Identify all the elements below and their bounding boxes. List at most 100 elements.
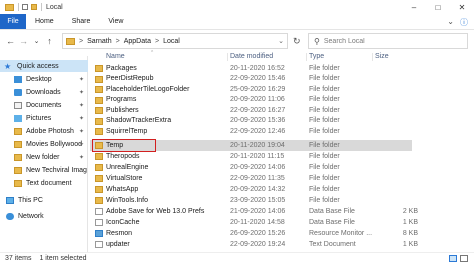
- folder-icon: [95, 107, 103, 114]
- nav-new-folder[interactable]: New folder ✦: [0, 151, 88, 163]
- help-icon[interactable]: ⓘ: [460, 17, 468, 28]
- close-button[interactable]: ✕: [450, 0, 474, 14]
- file-type: File folder: [309, 106, 340, 114]
- list-item[interactable]: PeerDistRepub 22-09-2020 15:46 File fold…: [90, 74, 420, 85]
- list-item[interactable]: PlaceholderTileLogoFolder 25-09-2020 16:…: [90, 84, 420, 95]
- tab-view[interactable]: View: [99, 14, 132, 29]
- column-divider[interactable]: [306, 53, 307, 61]
- file-type: File folder: [309, 163, 340, 171]
- back-button[interactable]: ←: [4, 36, 17, 46]
- column-divider[interactable]: [227, 53, 228, 61]
- file-date: 21-09-2020 14:06: [230, 207, 286, 215]
- file-type: File folder: [309, 64, 340, 72]
- list-item[interactable]: VirtualStore 22-09-2020 11:35 File folde…: [90, 173, 420, 184]
- file-name: WhatsApp: [106, 185, 139, 193]
- nav-this-pc[interactable]: This PC: [0, 194, 88, 206]
- recent-locations-button[interactable]: ⌄: [30, 37, 43, 45]
- address-dropdown-icon[interactable]: ⌄: [278, 37, 284, 45]
- list-item[interactable]: SquirrelTemp 22-09-2020 12:46 File folde…: [90, 126, 420, 137]
- list-item[interactable]: Publishers 22-09-2020 16:27 File folder: [90, 105, 420, 116]
- column-type[interactable]: Type: [309, 53, 324, 60]
- nav-label: Downloads: [26, 88, 61, 96]
- pin-icon[interactable]: ✦: [79, 141, 84, 148]
- list-item[interactable]: IconCache 20-11-2020 14:58 Data Base Fil…: [90, 217, 420, 228]
- list-item[interactable]: Adobe Save for Web 13.0 Prefs 21-09-2020…: [90, 206, 420, 217]
- list-item[interactable]: updater 22-09-2020 19:24 Text Document 1…: [90, 239, 420, 250]
- large-icons-view-icon[interactable]: [460, 255, 468, 262]
- nav-network[interactable]: Network: [0, 210, 88, 222]
- nav-movies-bollywood[interactable]: Movies Bollywood ✦: [0, 138, 88, 150]
- file-date: 20-11-2020 14:58: [230, 218, 285, 226]
- nav-adobe-photosh[interactable]: Adobe Photosh ✦: [0, 125, 88, 137]
- maximize-button[interactable]: □: [426, 0, 450, 14]
- pin-icon[interactable]: ✦: [79, 154, 84, 161]
- nav-downloads[interactable]: Downloads ✦: [0, 86, 88, 98]
- selection-count: 1 item selected: [39, 255, 87, 262]
- nav-documents[interactable]: Documents ✦: [0, 99, 88, 111]
- breadcrumb-sarnath[interactable]: Sarnath: [87, 38, 112, 45]
- column-name[interactable]: Name: [106, 53, 125, 60]
- download-icon: [14, 88, 22, 96]
- new-folder-icon[interactable]: [31, 4, 37, 10]
- list-item[interactable]: WinTools.Info 23-09-2020 15:05 File fold…: [90, 195, 420, 206]
- forward-button[interactable]: →: [17, 36, 30, 46]
- file-name: PlaceholderTileLogoFolder: [106, 85, 190, 93]
- search-input[interactable]: [323, 37, 454, 45]
- pin-icon[interactable]: ✦: [79, 115, 84, 122]
- breadcrumb-local[interactable]: Local: [163, 38, 180, 45]
- expand-ribbon-icon[interactable]: ⌄: [447, 17, 454, 28]
- list-item[interactable]: Programs 20-09-2020 11:06 File folder: [90, 95, 420, 106]
- file-type: Resource Monitor ...: [309, 229, 373, 237]
- nav-pictures[interactable]: Pictures ✦: [0, 112, 88, 124]
- file-name: Packages: [106, 64, 137, 72]
- nav-new-techviral-imag[interactable]: New Techviral Imag: [0, 164, 88, 176]
- minimize-button[interactable]: –: [402, 0, 426, 14]
- nav-label: Movies Bollywood: [26, 140, 83, 148]
- nav-label: Desktop: [26, 75, 52, 83]
- list-item[interactable]: Packages 20-11-2020 16:52 File folder: [90, 63, 420, 74]
- refresh-icon[interactable]: ↻: [293, 36, 301, 47]
- list-item[interactable]: Resmon 26-09-2020 15:26 Resource Monitor…: [90, 228, 420, 239]
- column-date-modified[interactable]: Date modified: [230, 53, 273, 60]
- pin-icon[interactable]: ✦: [79, 128, 84, 135]
- column-divider[interactable]: [372, 53, 373, 61]
- nav-text-document[interactable]: Text document: [0, 177, 88, 189]
- file-type: File folder: [309, 141, 340, 149]
- status-bar: 37 items 1 item selected: [0, 252, 474, 264]
- folder-icon: [14, 166, 22, 174]
- pin-icon[interactable]: ✦: [79, 89, 84, 96]
- tab-share[interactable]: Share: [63, 14, 100, 29]
- file-size: 8 KB: [402, 229, 418, 237]
- details-view-icon[interactable]: [449, 255, 457, 262]
- pin-icon[interactable]: ✦: [79, 102, 84, 109]
- address-row: ← → ⌄ ↑ > Sarnath > AppData > Local ⌄ ↻ …: [0, 30, 474, 52]
- properties-icon[interactable]: [22, 4, 28, 10]
- search-box[interactable]: ⚲: [308, 33, 468, 49]
- tab-file[interactable]: File: [0, 14, 26, 29]
- file-name: WinTools.Info: [106, 196, 149, 204]
- column-size[interactable]: Size: [375, 53, 389, 60]
- address-bar[interactable]: > Sarnath > AppData > Local ⌄: [62, 33, 288, 49]
- list-item[interactable]: UnrealEngine 20-09-2020 14:06 File folde…: [90, 162, 420, 173]
- folder-icon: [95, 128, 103, 135]
- list-item-selected[interactable]: Temp 20-11-2020 19:04 File folder: [90, 140, 412, 151]
- file-type: Text Document: [309, 240, 356, 248]
- file-type: File folder: [309, 185, 340, 193]
- file-name: ShadowTrackerExtra: [106, 117, 172, 124]
- list-item[interactable]: WhatsApp 20-09-2020 14:32 File folder: [90, 184, 420, 195]
- tab-home[interactable]: Home: [26, 14, 63, 29]
- file-size: 1 KB: [402, 240, 418, 248]
- title-bar: Local – □ ✕: [0, 0, 474, 14]
- file-name: SquirrelTemp: [106, 127, 148, 135]
- nav-desktop[interactable]: Desktop ✦: [0, 73, 88, 85]
- list-item[interactable]: ShadowTrackerExtra 20-09-2020 15:36 File…: [90, 116, 420, 127]
- list-item[interactable]: Theropods 20-11-2020 11:15 File folder: [90, 151, 420, 162]
- pin-icon[interactable]: ✦: [79, 76, 84, 83]
- nav-quick-access[interactable]: ★ Quick access: [0, 60, 88, 72]
- maximize-icon: □: [435, 2, 441, 12]
- folder-icon: [95, 96, 103, 104]
- breadcrumb-appdata[interactable]: AppData: [124, 38, 151, 45]
- up-button[interactable]: ↑: [43, 36, 56, 46]
- file-type: Data Base File: [309, 218, 355, 226]
- pdf-icon: [95, 208, 103, 215]
